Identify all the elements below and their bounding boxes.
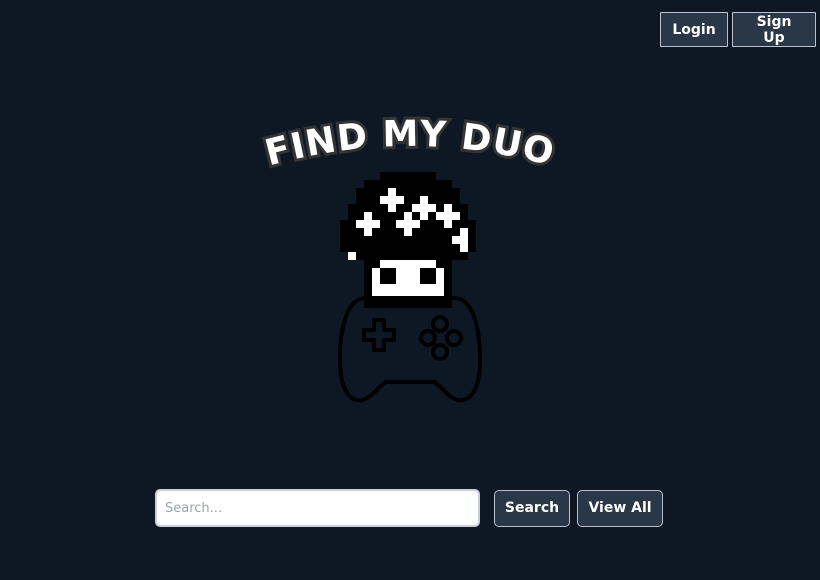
search-bar: Search View All (155, 489, 663, 527)
logo-title-text: FIND MY DUO (262, 111, 558, 170)
login-button[interactable]: Login (660, 12, 728, 47)
page: Login Sign Up FIND MY DUO Search... Sear… (0, 0, 820, 580)
view-all-button[interactable]: View All (577, 489, 663, 527)
search-input[interactable] (155, 489, 480, 527)
header-actions: Login Sign Up (660, 12, 816, 47)
signup-button[interactable]: Sign Up (732, 12, 816, 47)
search-button[interactable]: Search (494, 489, 570, 527)
game-controller-icon (338, 296, 482, 403)
logo: FIND MY DUO (262, 110, 558, 410)
logo-title: FIND MY DUO (262, 111, 558, 170)
svg-text:FIND MY DUO: FIND MY DUO (262, 114, 558, 170)
